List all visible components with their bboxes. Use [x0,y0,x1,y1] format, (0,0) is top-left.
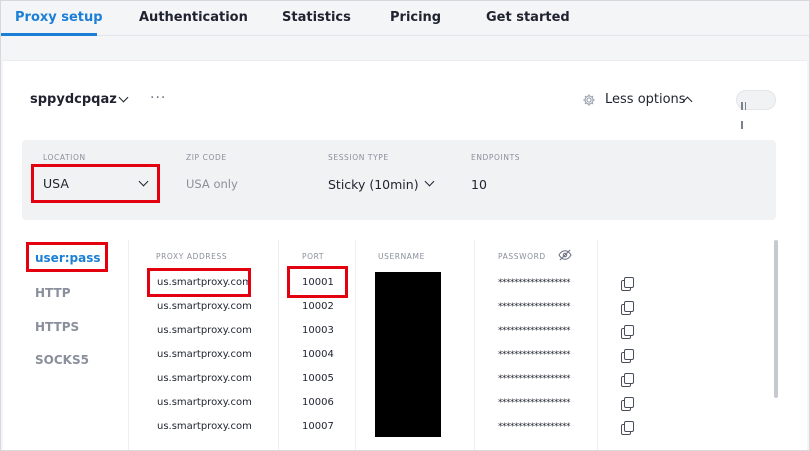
view-toggle[interactable] [736,90,776,129]
header-port: PORT [302,252,325,261]
password[interactable]: ****************** [498,326,571,336]
table-scrollbar[interactable] [774,240,778,398]
protocol-socks5[interactable]: SOCKS5 [35,353,89,367]
port[interactable]: 10006 [302,397,334,408]
copy-icon[interactable] [621,325,634,339]
header-proxy-address: PROXY ADDRESS [156,252,228,261]
protocol-user-pass[interactable]: user:pass [35,251,101,265]
column-divider [474,240,475,451]
active-tab-indicator [0,33,97,36]
copy-icon[interactable] [621,397,634,411]
port[interactable]: 10003 [302,325,334,336]
zip-code-label: ZIP CODE [186,153,227,162]
password[interactable]: ****************** [498,374,571,384]
copy-icon[interactable] [621,421,634,435]
eye-off-icon[interactable] [558,249,572,261]
copy-icon[interactable] [621,301,634,315]
proxy-address[interactable]: us.smartproxy.com [157,373,252,384]
password[interactable]: ****************** [498,278,571,288]
proxy-address[interactable]: us.smartproxy.com [157,325,252,336]
session-type-label: SESSION TYPE [328,153,389,162]
redacted-usernames [375,272,441,437]
proxy-address[interactable]: us.smartproxy.com [157,301,252,312]
password[interactable]: ****************** [498,398,571,408]
location-select[interactable]: USA [43,176,69,191]
tab-bar: Proxy setup Authentication Statistics Pr… [0,0,810,36]
tab-proxy-setup[interactable]: Proxy setup [15,10,103,25]
port[interactable]: 10004 [302,349,334,360]
gear-icon [583,94,595,106]
tab-pricing[interactable]: Pricing [390,10,441,25]
toggle-grip-icon [741,95,751,129]
password[interactable]: ****************** [498,350,571,360]
password[interactable]: ****************** [498,302,571,312]
location-label: LOCATION [43,153,86,162]
copy-icon[interactable] [621,373,634,387]
column-divider [355,240,356,451]
protocol-http[interactable]: HTTP [35,286,70,300]
account-selector[interactable]: sppydcpqaz [30,92,117,107]
port[interactable]: 10002 [302,301,334,312]
password[interactable]: ****************** [498,422,571,432]
copy-icon[interactable] [621,277,634,291]
zip-code-value: USA only [186,177,238,191]
copy-icon[interactable] [621,349,634,363]
tab-statistics[interactable]: Statistics [282,10,351,25]
endpoints-input[interactable]: 10 [471,177,487,192]
header-username: USERNAME [378,252,425,261]
endpoints-label: ENDPOINTS [471,153,521,162]
column-divider [597,240,598,451]
tab-authentication[interactable]: Authentication [139,10,248,25]
proxy-address[interactable]: us.smartproxy.com [157,421,252,432]
more-options-icon[interactable]: ··· [150,90,166,106]
tab-get-started[interactable]: Get started [486,10,570,25]
column-divider [278,240,279,451]
less-options-button[interactable]: Less options [605,92,686,107]
proxy-address[interactable]: us.smartproxy.com [157,349,252,360]
port[interactable]: 10007 [302,421,334,432]
session-type-select[interactable]: Sticky (10min) [328,177,419,192]
port[interactable]: 10001 [302,277,334,288]
port[interactable]: 10005 [302,373,334,384]
proxy-address[interactable]: us.smartproxy.com [157,277,252,288]
protocol-https[interactable]: HTTPS [35,320,79,334]
proxy-address[interactable]: us.smartproxy.com [157,397,252,408]
header-password: PASSWORD [498,252,546,261]
column-divider [128,240,129,451]
